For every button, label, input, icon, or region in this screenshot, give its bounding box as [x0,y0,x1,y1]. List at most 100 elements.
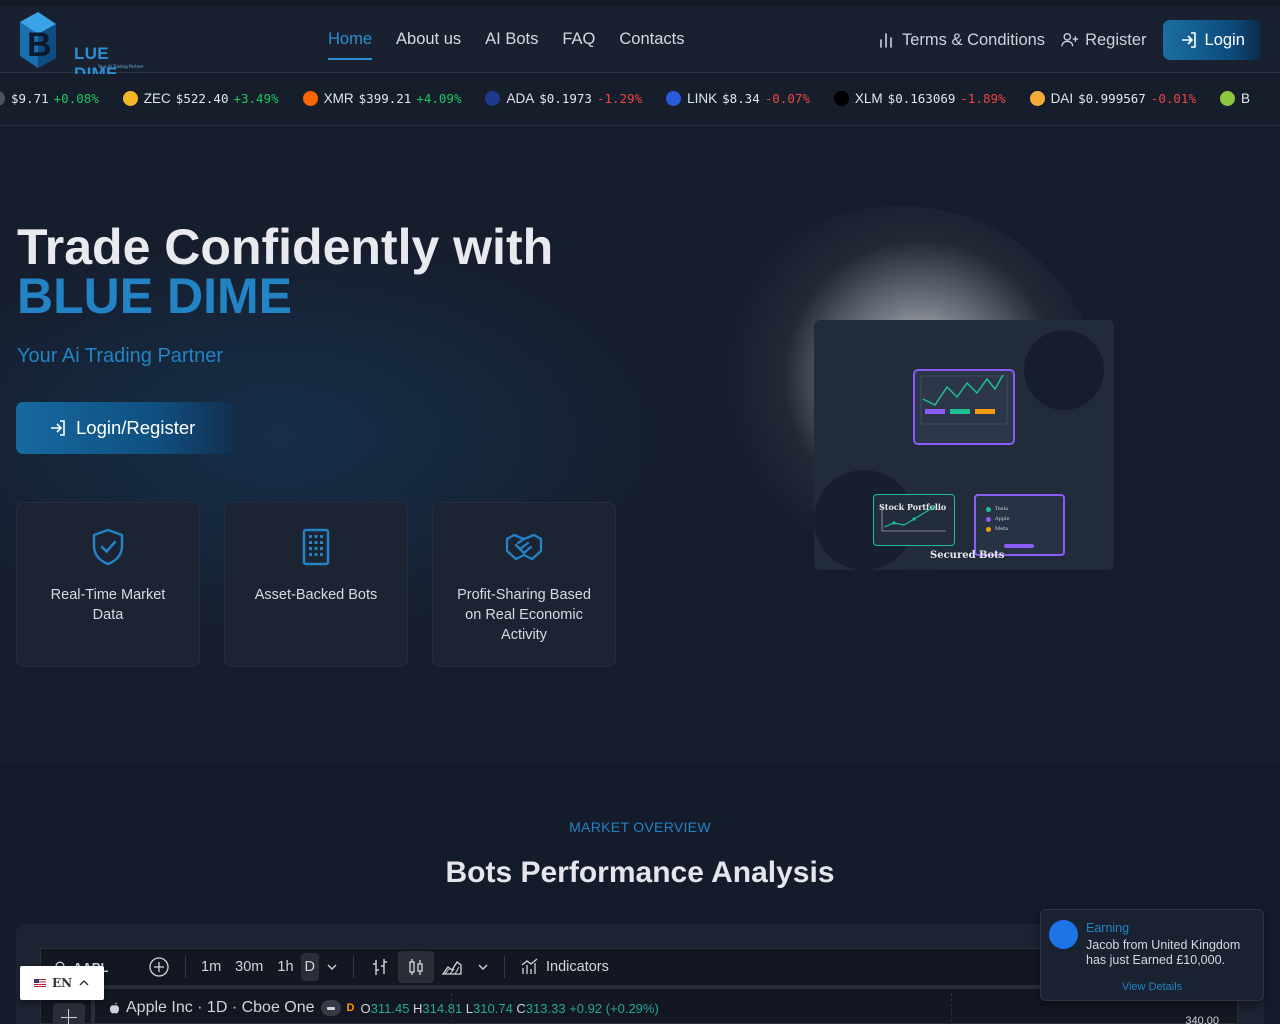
login-register-button[interactable]: Login/Register [16,402,234,454]
illustration-chart-panel [913,369,1015,445]
feature-label: Profit-Sharing Based on Real Economic Ac… [457,587,591,643]
chevron-up-icon [79,980,89,986]
user-plus-icon [1061,33,1079,47]
ticker-price: $8.34 [722,91,760,106]
earning-notification: Earning Jacob from United Kingdom has ju… [1040,909,1264,1001]
ticker-price: $0.163069 [887,91,956,106]
coin-icon [1029,91,1045,106]
crosshair-tool[interactable] [53,1003,85,1024]
ticker-item[interactable]: XLM $0.163069 -1.89% [833,91,1006,106]
coin-icon [122,91,138,106]
hero-illustration: Stock Portfolio Tesla Apple Meta Secured… [814,320,1114,570]
login-register-label: Login/Register [76,417,196,438]
brand-logo[interactable]: B LUE DIME Your AI Trading Partner [16,10,144,83]
ticker-change: -0.07% [764,91,810,106]
ticker-item[interactable]: $9.71 +0.08% [0,91,99,106]
shield-check-icon [92,528,124,566]
bar-style-button[interactable] [362,951,398,983]
interval-d[interactable]: D [300,953,319,981]
menu-home[interactable]: Home [328,30,373,60]
ticker-price: $522.40 [175,91,229,106]
menu-about-us[interactable]: About us [396,30,461,59]
menu-faq[interactable]: FAQ [562,30,595,59]
ticker-item[interactable]: B [1219,91,1260,106]
ticker-item[interactable]: ZEC $522.40 +3.49% [122,91,279,106]
coin-icon [485,91,501,106]
ticker-symbol: XMR [323,91,354,106]
price-axis-label: 340.00 [1185,1015,1219,1024]
ticker-symbol: ADA [506,91,535,106]
avatar [1049,920,1078,949]
ticker-symbol: ZEC [143,91,171,106]
nav-actions: Terms & Conditions Register Login [878,20,1261,60]
ohlc-bars-icon [373,959,387,975]
ticker-symbol: B [1240,91,1250,106]
chart-style-dropdown[interactable] [470,951,496,983]
compare-button[interactable] [141,951,177,983]
section-tag: MARKET OVERVIEW [569,819,711,835]
ticker-price: $9.71 [11,91,49,106]
indicators-label: Indicators [546,959,609,975]
ticker-change: +0.08% [53,91,99,106]
legend-title: Apple Inc · 1D · Cboe One [126,999,315,1016]
menu-ai-bots[interactable]: AI Bots [485,30,538,59]
coin-icon [1219,91,1235,106]
indicators-icon [521,958,538,974]
bar-chart-icon [880,33,892,48]
feature-label: Asset-Backed Bots [254,587,378,603]
notification-message: Jacob from United Kingdom has just Earne… [1086,938,1241,967]
ticker-item[interactable]: XMR $399.21 +4.09% [302,91,461,106]
ticker-change: -1.29% [596,91,643,106]
ticker-price: $0.999567 [1078,91,1146,106]
coin-icon [666,91,682,106]
ticker-item[interactable]: DAI $0.999567 -0.01% [1029,91,1196,106]
hero-subtitle: Your Ai Trading Partner [17,345,224,367]
hero-section: Trade Confidently with BLUE DIME Your Ai… [0,126,1280,764]
brand-tagline: Your AI Trading Partner [98,64,144,69]
interval-1m[interactable]: 1m [194,959,228,975]
chart-legend: Apple Inc · 1D · Cboe One D O311.45 H314… [109,999,659,1017]
register-link[interactable]: Register [1061,31,1147,50]
ticker-symbol: DAI [1050,91,1074,106]
ticker-change: +3.49% [233,91,279,106]
section-title: Bots Performance Analysis [445,856,835,889]
ohlc-values: O311.45 H314.81 L310.74 C313.33 +0.92 (+… [360,1000,659,1016]
main-menu: Home About us AI Bots FAQ Contacts [328,30,685,60]
ticker-symbol: LINK [687,91,718,106]
trend-line-icon [881,505,946,532]
plus-circle-icon [149,957,169,977]
ticker-symbol: XLM [854,91,883,106]
ticker-item[interactable]: LINK $8.34 -0.07% [666,91,810,106]
feature-card-asset-backed: Asset-Backed Bots [224,502,408,667]
line-chart-icon [920,374,1008,425]
hero-brand-title: BLUE DIME [17,268,292,324]
interval-dropdown[interactable] [319,951,345,983]
price-ticker: $9.71 +0.08% ZEC $522.40 +3.49% XMR $399.21 +4.… [0,74,1280,126]
login-button[interactable]: Login [1162,20,1261,60]
legend-collapse-badge[interactable] [320,1000,341,1016]
ticker-track: $9.71 +0.08% ZEC $522.40 +3.49% XMR $399.21 +4.… [0,91,1280,106]
candlestick-icon [409,959,423,975]
language-selector[interactable]: EN [20,966,104,1000]
language-code: EN [52,976,73,990]
feature-label: Real-Time Market Data [50,587,166,623]
secured-bots-caption: Secured Bots [930,550,1005,561]
view-details-link[interactable]: View Details [1041,981,1263,993]
area-style-button[interactable] [434,951,470,983]
notification-title: Earning [1086,921,1130,935]
coin-icon [0,91,5,106]
interval-1h[interactable]: 1h [270,959,300,975]
terms-label: Terms & Conditions [902,30,1046,49]
terms-link[interactable]: Terms & Conditions [878,31,1045,50]
apple-icon [110,1002,119,1014]
interval-30m[interactable]: 30m [228,959,270,975]
navbar: B LUE DIME Your AI Trading Partner Home … [0,0,1280,83]
hero-title: Trade Confidently with [17,219,554,275]
candle-style-button[interactable] [398,951,434,983]
chevron-down-icon [327,964,337,970]
svg-text:B: B [27,26,52,64]
ticker-item[interactable]: ADA $0.1973 -1.29% [485,91,642,106]
us-flag-icon [34,979,46,987]
menu-contacts[interactable]: Contacts [619,30,684,59]
indicators-button[interactable]: Indicators [513,957,616,977]
